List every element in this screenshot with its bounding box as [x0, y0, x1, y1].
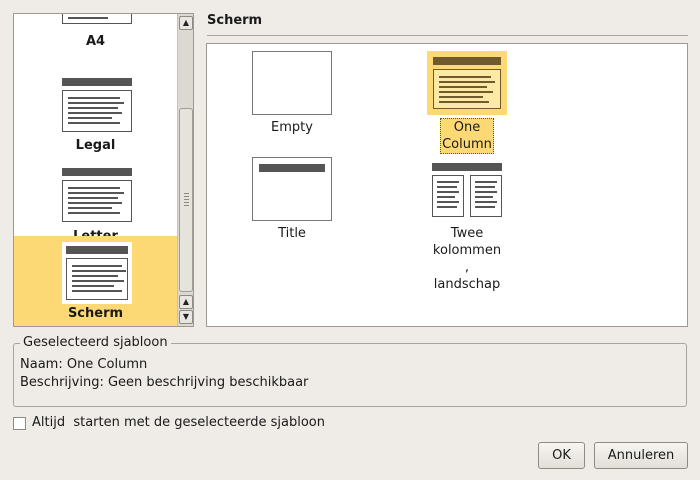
category-label: Legal — [75, 138, 116, 153]
template-title[interactable]: Title — [251, 157, 333, 247]
template-label: Twee kolommen , landschap — [419, 225, 515, 293]
ok-button-label: OK — [552, 448, 571, 463]
scrollbar-thumb[interactable] — [179, 108, 193, 292]
title-template-icon — [252, 157, 332, 221]
cancel-button-label: Annuleren — [607, 448, 675, 463]
empty-template-icon — [252, 51, 332, 115]
legal-page-icon — [62, 78, 132, 132]
template-label: One Column — [440, 118, 494, 154]
template-grid: Empty One Column Title Twee kolommen , l… — [206, 43, 688, 327]
triangle-down-icon: ▲ — [182, 297, 190, 306]
template-one-column[interactable]: One Column — [425, 51, 509, 154]
template-label: Empty — [271, 120, 313, 135]
category-scherm[interactable]: Scherm — [14, 236, 177, 326]
category-letter[interactable]: Letter — [14, 157, 177, 248]
category-list: A4 Legal Scherm — [14, 14, 177, 326]
template-two-columns-landscape[interactable]: Twee kolommen , landschap — [425, 157, 509, 293]
template-empty[interactable]: Empty — [251, 51, 333, 141]
a4-page-icon — [62, 14, 132, 26]
template-label: Title — [278, 226, 306, 241]
two-columns-template-icon — [432, 163, 502, 217]
section-title: Scherm — [207, 13, 263, 28]
triangle-down-icon: ▼ — [182, 312, 190, 321]
category-a4[interactable]: A4 — [14, 14, 177, 66]
category-list-panel: A4 Legal Scherm ▲ ▲ ▼ — [13, 13, 194, 327]
scroll-down-button[interactable]: ▼ — [179, 310, 193, 324]
ok-button[interactable]: OK — [538, 442, 585, 469]
letter-page-icon — [62, 168, 132, 222]
category-label: A4 — [85, 34, 106, 49]
always-start-checkbox[interactable] — [13, 417, 26, 430]
selected-template-legend: Geselecteerd sjabloon — [20, 335, 171, 350]
triangle-up-icon: ▲ — [182, 18, 190, 27]
category-scrollbar[interactable]: ▲ ▲ ▼ — [177, 14, 193, 326]
cancel-button[interactable]: Annuleren — [594, 442, 688, 469]
template-name-line: Naam: One Column — [20, 357, 148, 372]
section-divider — [207, 35, 688, 36]
category-label: Scherm — [67, 306, 124, 321]
scherm-page-icon — [62, 242, 132, 304]
always-start-label[interactable]: Altijd starten met de geselecteerde sjab… — [32, 415, 325, 430]
scroll-up-button[interactable]: ▲ — [179, 16, 193, 30]
category-legal[interactable]: Legal — [14, 66, 177, 157]
scroll-down-button[interactable]: ▲ — [179, 295, 193, 309]
template-description-line: Beschrijving: Geen beschrijving beschikb… — [20, 375, 309, 390]
template-label-text: Twee kolommen , landschap — [432, 226, 502, 292]
one-column-template-icon — [427, 51, 507, 115]
